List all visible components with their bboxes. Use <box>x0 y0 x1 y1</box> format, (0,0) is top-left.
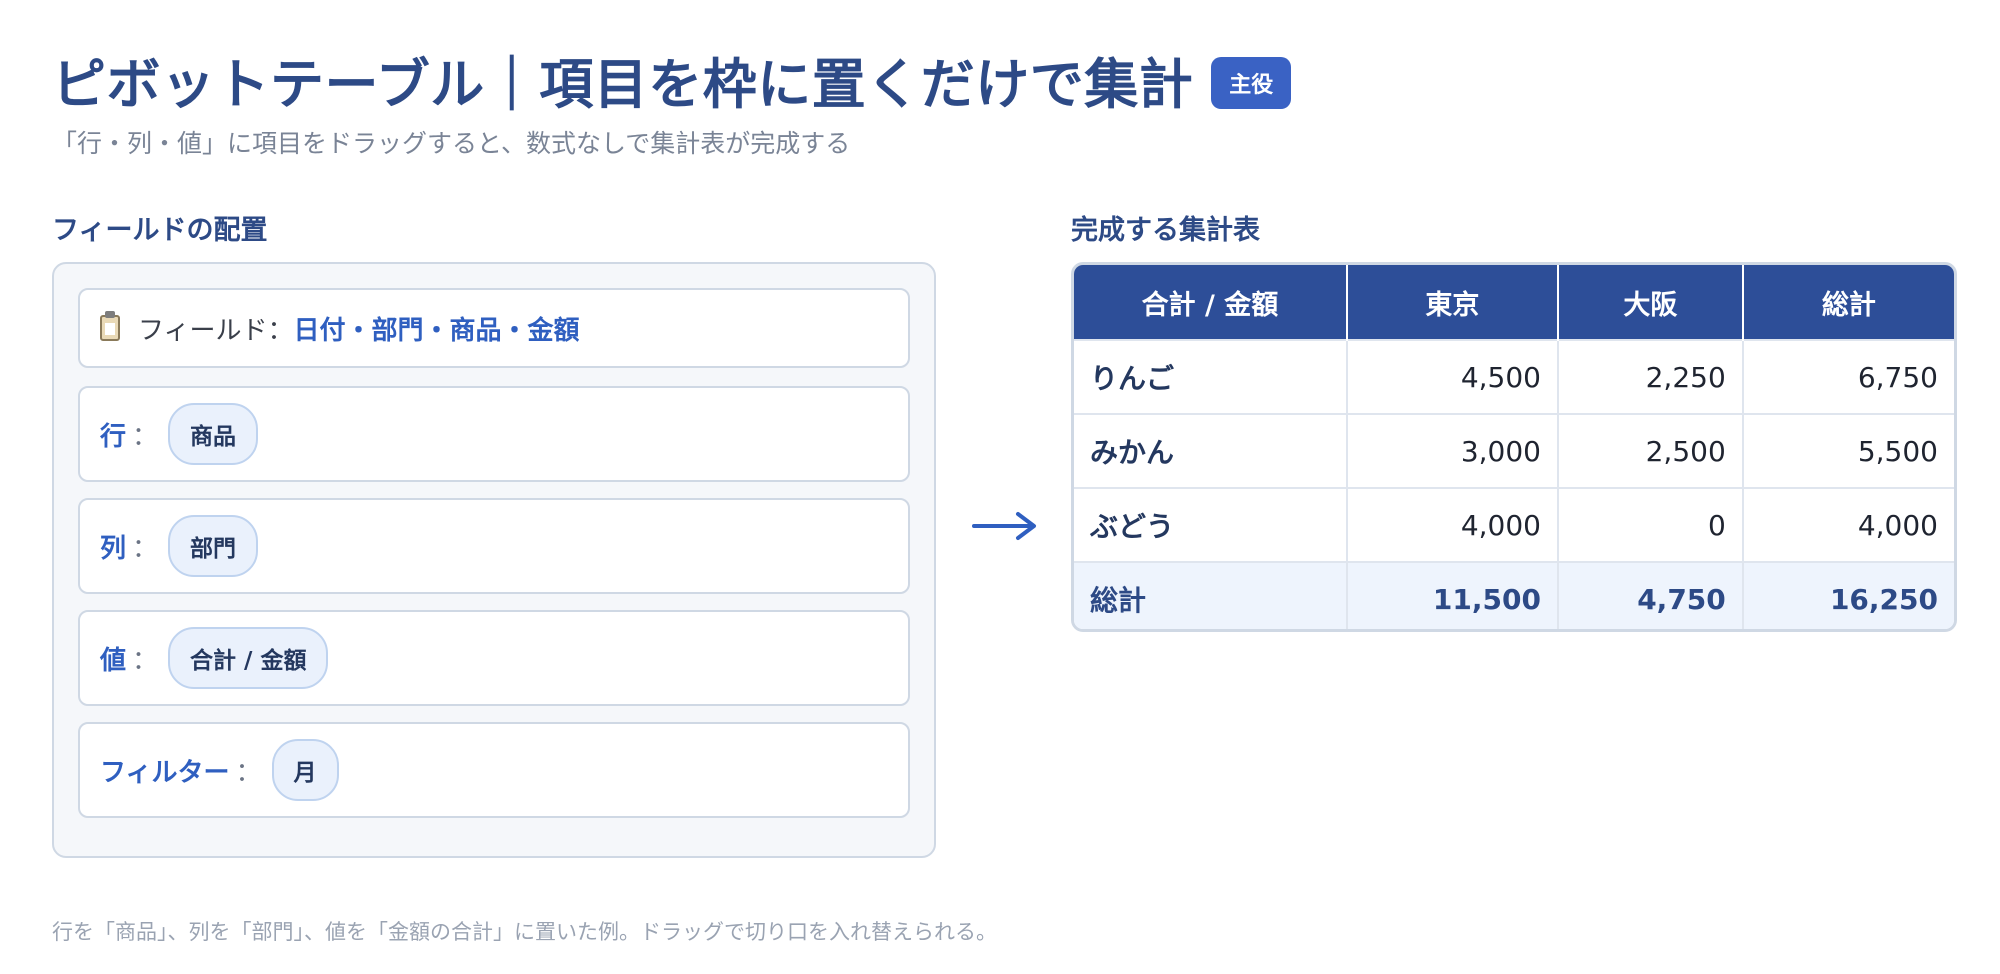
title-row: ピボットテーブル｜項目を枠に置くだけで集計 主役 <box>52 40 1292 119</box>
filter-field-chip[interactable]: 月 <box>271 739 339 801</box>
total-cell: 11,500 <box>1346 561 1559 629</box>
row-field-chip[interactable]: 商品 <box>168 403 259 465</box>
footnote: 行を「商品」、列を「部門」、値を「金額の合計」に置いた例。ドラッグで切り口を入れ… <box>52 920 997 944</box>
clipboard-icon <box>100 311 120 341</box>
field-list-items: 日付・部門・商品・金額 <box>293 315 580 346</box>
table-header-row: 合計 / 金額 東京 大阪 総計 <box>1074 265 1954 340</box>
table-row: りんご 4,500 2,250 6,750 <box>1074 339 1954 414</box>
page-title: ピボットテーブル｜項目を枠に置くだけで集計 <box>52 53 1194 116</box>
slot-separator: ： <box>132 645 159 676</box>
row-label: みかん <box>1074 413 1348 488</box>
field-panel: フィールド： 日付・部門・商品・金額 行 ： 商品 列 ： 部門 値 ： 合計 … <box>52 262 936 858</box>
table-cell: 2,250 <box>1557 339 1744 414</box>
header-cell-value: 合計 / 金額 <box>1074 265 1348 340</box>
filter-slot-label: フィルター <box>100 757 230 788</box>
role-badge: 主役 <box>1211 56 1292 109</box>
table-cell: 4,000 <box>1742 487 1954 562</box>
header-cell-total: 総計 <box>1742 265 1954 340</box>
pivot-table: 合計 / 金額 東京 大阪 総計 りんご 4,500 2,250 6,750 み… <box>1071 262 1957 632</box>
slot-separator: ： <box>132 533 159 564</box>
table-cell: 6,750 <box>1742 339 1954 414</box>
total-label: 総計 <box>1074 561 1348 629</box>
grand-total-row: 総計 11,500 4,750 16,250 <box>1074 561 1954 629</box>
field-list-prefix: フィールド： <box>138 315 294 346</box>
row-drop-zone[interactable]: 行 ： 商品 <box>78 386 910 482</box>
column-field-chip[interactable]: 部門 <box>168 515 259 577</box>
table-cell: 5,500 <box>1742 413 1954 488</box>
column-drop-zone[interactable]: 列 ： 部門 <box>78 498 910 594</box>
table-cell: 2,500 <box>1557 413 1744 488</box>
table-cell: 4,000 <box>1346 487 1559 562</box>
total-cell: 16,250 <box>1742 561 1954 629</box>
value-slot-label: 値 <box>100 645 127 676</box>
field-list-box: フィールド： 日付・部門・商品・金額 <box>78 288 910 368</box>
table-row: みかん 3,000 2,500 5,500 <box>1074 413 1954 488</box>
header-cell-tokyo: 東京 <box>1346 265 1559 340</box>
table-row: ぶどう 4,000 0 4,000 <box>1074 487 1954 562</box>
filter-drop-zone[interactable]: フィルター ： 月 <box>78 722 910 818</box>
field-layout-heading: フィールドの配置 <box>52 215 268 246</box>
result-table-heading: 完成する集計表 <box>1071 215 1260 246</box>
slot-separator: ： <box>132 421 159 452</box>
value-field-chip[interactable]: 合計 / 金額 <box>168 627 329 689</box>
value-drop-zone[interactable]: 値 ： 合計 / 金額 <box>78 610 910 706</box>
row-label: ぶどう <box>1074 487 1348 562</box>
column-slot-label: 列 <box>100 533 127 564</box>
table-cell: 3,000 <box>1346 413 1559 488</box>
arrow-right-icon <box>972 512 1036 540</box>
total-cell: 4,750 <box>1557 561 1744 629</box>
slot-separator: ： <box>235 757 262 788</box>
table-cell: 4,500 <box>1346 339 1559 414</box>
row-slot-label: 行 <box>100 421 127 452</box>
header-cell-osaka: 大阪 <box>1557 265 1744 340</box>
table-cell: 0 <box>1557 487 1744 562</box>
row-label: りんご <box>1074 339 1348 414</box>
page-subtitle: 「行・列・値」に項目をドラッグすると、数式なしで集計表が完成する <box>52 129 851 158</box>
